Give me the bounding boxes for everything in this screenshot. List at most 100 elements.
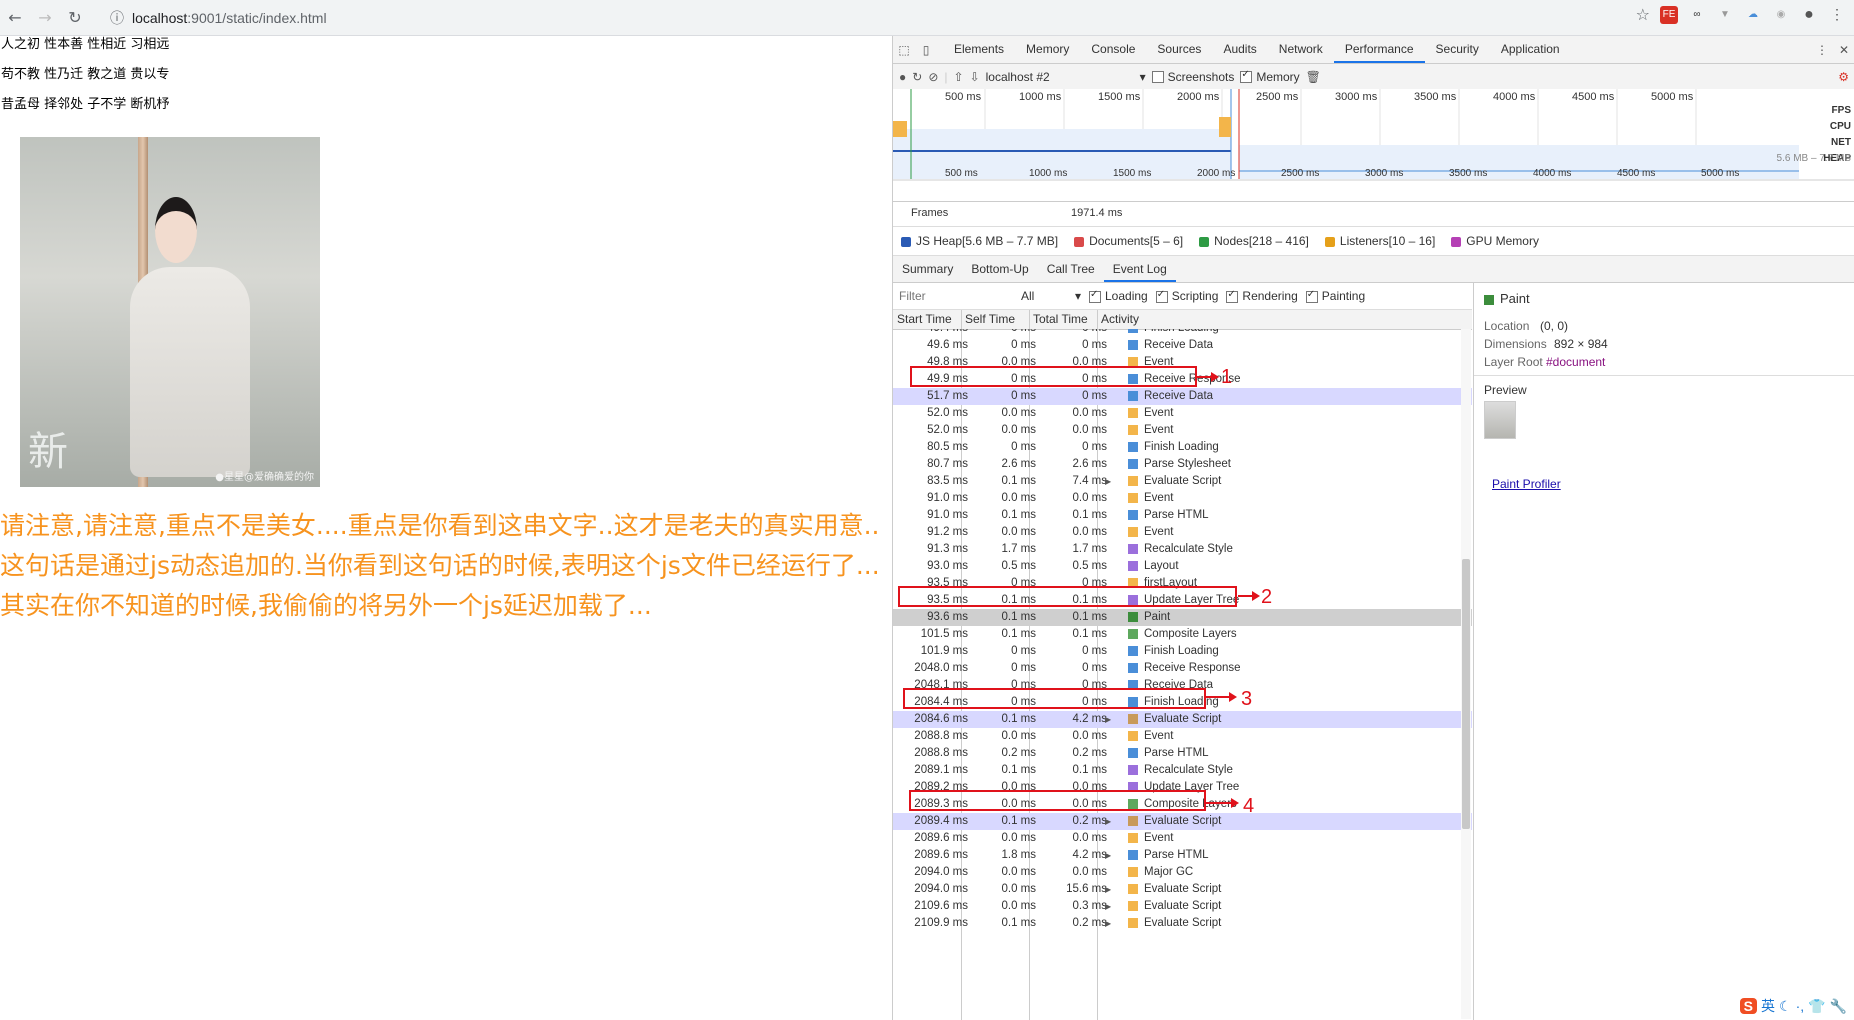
scrollbar-thumb[interactable] <box>1462 559 1470 829</box>
table-row[interactable]: 52.0 ms 0.0 ms 0.0 ms Event <box>893 422 1472 439</box>
table-row[interactable]: 49.6 ms 0 ms 0 ms Receive Data <box>893 337 1472 354</box>
table-row[interactable]: 2089.1 ms 0.1 ms 0.1 ms Recalculate Style <box>893 762 1472 779</box>
table-row[interactable]: 101.5 ms 0.1 ms 0.1 ms Composite Layers <box>893 626 1472 643</box>
filter-rendering-checkbox[interactable]: Rendering <box>1226 289 1298 303</box>
memory-checkbox[interactable]: Memory <box>1240 69 1300 84</box>
tab-event-log[interactable]: Event Log <box>1103 256 1176 282</box>
frames-track[interactable]: Frames 1971.4 ms <box>893 202 1854 227</box>
table-row[interactable]: 49.4 ms 0 ms 0 ms Finish Loading <box>893 329 1472 337</box>
table-row[interactable]: 2048.0 ms 0 ms 0 ms Receive Response <box>893 660 1472 677</box>
timeline-overview[interactable]: 500 ms 1000 ms 1500 ms 2000 ms 2500 ms 3… <box>893 89 1854 202</box>
counter-gpu-memory[interactable]: GPU Memory <box>1451 234 1539 248</box>
profile-select[interactable]: localhost #2 ▾ <box>986 70 1146 84</box>
table-row[interactable]: 2109.6 ms 0.0 ms 0.3 ms ▶ Evaluate Script <box>893 898 1472 915</box>
tab-bottom-up[interactable]: Bottom-Up <box>962 256 1037 282</box>
table-row[interactable]: 93.6 ms 0.1 ms 0.1 ms Paint <box>893 609 1472 626</box>
close-icon[interactable]: ✕ <box>1833 43 1854 57</box>
table-row[interactable]: 91.2 ms 0.0 ms 0.0 ms Event <box>893 524 1472 541</box>
record-icon[interactable]: ● <box>899 70 906 84</box>
expand-triangle-icon[interactable]: ▶ <box>1105 898 1111 915</box>
table-row[interactable]: 80.5 ms 0 ms 0 ms Finish Loading <box>893 439 1472 456</box>
tab-console[interactable]: Console <box>1080 36 1146 63</box>
table-row[interactable]: 2089.4 ms 0.1 ms 0.2 ms ▶ Evaluate Script <box>893 813 1472 830</box>
settings-gear-icon[interactable]: ⚙ <box>1838 70 1849 84</box>
layer-root-value[interactable]: #document <box>1546 355 1605 369</box>
screenshots-checkbox[interactable]: Screenshots <box>1151 70 1234 84</box>
expand-triangle-icon[interactable]: ▶ <box>1105 915 1111 932</box>
tab-memory[interactable]: Memory <box>1015 36 1080 63</box>
paint-profiler-link[interactable]: Paint Profiler <box>1492 477 1561 491</box>
address-bar[interactable]: ⓘ localhost:9001/static/index.html <box>110 8 327 28</box>
cloud-extension-icon[interactable]: ☁ <box>1744 6 1762 24</box>
reload-icon[interactable]: ↻ <box>60 3 90 33</box>
ime-indicator[interactable]: S 英 ☾ ·, 👕 🔧 <box>1735 994 1851 1018</box>
bookmark-star-icon[interactable]: ☆ <box>1636 5 1650 24</box>
table-row[interactable]: 80.7 ms 2.6 ms 2.6 ms Parse Stylesheet <box>893 456 1472 473</box>
filter-painting-checkbox[interactable]: Painting <box>1305 289 1365 303</box>
activity-label: Event <box>1144 424 1174 436</box>
table-row[interactable]: 2089.6 ms 1.8 ms 4.2 ms ▶ Parse HTML <box>893 847 1472 864</box>
tab-sources[interactable]: Sources <box>1146 36 1212 63</box>
tab-network[interactable]: Network <box>1268 36 1334 63</box>
tab-elements[interactable]: Elements <box>943 36 1015 63</box>
counter-nodes[interactable]: Nodes[218 – 416] <box>1199 234 1309 248</box>
filter-loading-checkbox[interactable]: Loading <box>1089 289 1148 303</box>
tab-audits[interactable]: Audits <box>1212 36 1267 63</box>
tab-application[interactable]: Application <box>1490 36 1571 63</box>
table-row[interactable]: 2088.8 ms 0.0 ms 0.0 ms Event <box>893 728 1472 745</box>
infinity-extension-icon[interactable]: ∞ <box>1688 6 1706 24</box>
tab-call-tree[interactable]: Call Tree <box>1038 256 1104 282</box>
duration-select[interactable]: All ▾ <box>1021 289 1081 303</box>
tab-security[interactable]: Security <box>1425 36 1490 63</box>
vue-extension-icon[interactable]: ▼ <box>1716 6 1734 24</box>
tab-performance[interactable]: Performance <box>1333 36 1425 63</box>
reload-profile-icon[interactable]: ↻ <box>912 70 922 84</box>
more-options-icon[interactable]: ⋮ <box>1811 43 1833 57</box>
device-toggle-icon[interactable]: ▯ <box>915 43 937 57</box>
account-icon[interactable]: ● <box>1800 6 1818 24</box>
col-total-time[interactable]: Total Time <box>1033 312 1088 326</box>
axis-tick-1500: 1500 ms <box>1113 168 1152 179</box>
info-icon[interactable]: ⓘ <box>110 8 124 28</box>
table-row[interactable]: 2084.6 ms 0.1 ms 4.2 ms ▶ Evaluate Script <box>893 711 1472 728</box>
counter-js-heap[interactable]: JS Heap[5.6 MB – 7.7 MB] <box>901 234 1058 248</box>
table-row[interactable]: 2094.0 ms 0.0 ms 15.6 ms ▶ Evaluate Script <box>893 881 1472 898</box>
expand-triangle-icon[interactable]: ▶ <box>1105 711 1111 728</box>
forward-icon[interactable]: → <box>30 3 60 33</box>
fe-extension-icon[interactable]: FE <box>1660 5 1678 24</box>
expand-triangle-icon[interactable]: ▶ <box>1105 881 1111 898</box>
table-row[interactable]: 2094.0 ms 0.0 ms 0.0 ms Major GC <box>893 864 1472 881</box>
event-log-scrollbar[interactable] <box>1461 329 1471 1019</box>
filter-scripting-checkbox[interactable]: Scripting <box>1155 289 1218 303</box>
back-icon[interactable]: ← <box>0 3 30 33</box>
table-row[interactable]: 91.0 ms 0.1 ms 0.1 ms Parse HTML <box>893 507 1472 524</box>
filter-input[interactable] <box>897 286 1021 306</box>
table-row[interactable]: 2089.6 ms 0.0 ms 0.0 ms Event <box>893 830 1472 847</box>
table-row[interactable]: 2088.8 ms 0.2 ms 0.2 ms Parse HTML <box>893 745 1472 762</box>
col-start-time[interactable]: Start Time <box>897 312 952 326</box>
col-self-time[interactable]: Self Time <box>965 312 1015 326</box>
clear-icon[interactable]: ⊘ <box>928 70 938 84</box>
expand-triangle-icon[interactable]: ▶ <box>1105 813 1111 830</box>
table-row[interactable]: 83.5 ms 0.1 ms 7.4 ms ▶ Evaluate Script <box>893 473 1472 490</box>
counter-documents[interactable]: Documents[5 – 6] <box>1074 234 1183 248</box>
expand-triangle-icon[interactable]: ▶ <box>1105 473 1111 490</box>
tab-summary[interactable]: Summary <box>893 256 962 282</box>
table-row[interactable]: 93.0 ms 0.5 ms 0.5 ms Layout <box>893 558 1472 575</box>
inspect-icon[interactable]: ⬚ <box>893 43 915 57</box>
table-row[interactable]: 91.0 ms 0.0 ms 0.0 ms Event <box>893 490 1472 507</box>
table-row[interactable]: 2109.9 ms 0.1 ms 0.2 ms ▶ Evaluate Script <box>893 915 1472 932</box>
table-row[interactable]: 51.7 ms 0 ms 0 ms Receive Data <box>893 388 1472 405</box>
download-icon[interactable]: ⇩ <box>970 70 980 84</box>
circle-extension-icon[interactable]: ◉ <box>1772 6 1790 24</box>
category-swatch <box>1128 900 1138 911</box>
counter-listeners[interactable]: Listeners[10 – 16] <box>1324 234 1435 248</box>
trash-icon[interactable]: 🗑 <box>1306 70 1321 84</box>
col-activity[interactable]: Activity <box>1101 312 1139 326</box>
table-row[interactable]: 91.3 ms 1.7 ms 1.7 ms Recalculate Style <box>893 541 1472 558</box>
menu-icon[interactable]: ⋮ <box>1828 6 1846 24</box>
table-row[interactable]: 101.9 ms 0 ms 0 ms Finish Loading <box>893 643 1472 660</box>
upload-icon[interactable]: ⇧ <box>954 70 964 84</box>
expand-triangle-icon[interactable]: ▶ <box>1105 847 1111 864</box>
table-row[interactable]: 52.0 ms 0.0 ms 0.0 ms Event <box>893 405 1472 422</box>
